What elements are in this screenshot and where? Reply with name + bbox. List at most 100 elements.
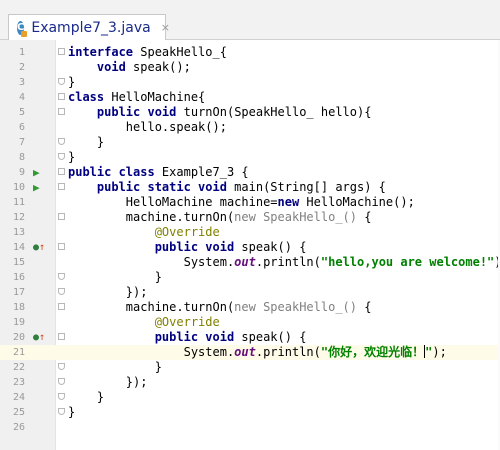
code-token: }	[68, 135, 105, 149]
code-line-3[interactable]: 3}	[0, 75, 500, 90]
code-token: }	[68, 150, 76, 164]
code-line-11[interactable]: 11 HelloMachine machine=new HelloMachine…	[0, 195, 500, 210]
code-token: new SpeakHello_()	[234, 210, 357, 224]
tab-label: Example7_3.java	[31, 19, 151, 36]
fold-end-icon[interactable]	[58, 378, 65, 385]
code-line-23[interactable]: 23 });	[0, 375, 500, 390]
line-number: 9	[18, 167, 25, 178]
fold-end-icon[interactable]	[58, 363, 65, 370]
code-line-8[interactable]: 8}	[0, 150, 500, 165]
code-token: HelloMachine();	[299, 195, 415, 209]
code-token: }	[68, 270, 162, 284]
code-token: {	[357, 300, 372, 314]
code-token: void	[96, 60, 126, 74]
code-token: out	[234, 345, 256, 359]
line-number: 23	[12, 377, 25, 388]
code-line-4[interactable]: 4 class HelloMachine{	[0, 90, 500, 105]
line-number: 13	[12, 227, 25, 238]
code-token: @Override	[154, 225, 220, 239]
code-token: new	[277, 195, 300, 209]
fold-start-icon[interactable]	[58, 183, 65, 190]
fold-start-icon[interactable]	[58, 168, 65, 175]
code-line-15[interactable]: 15 System.out.println("hello,you are wel…	[0, 255, 500, 270]
fold-end-icon[interactable]	[58, 408, 65, 415]
fold-end-icon[interactable]	[58, 138, 65, 145]
code-token: });	[68, 285, 148, 299]
code-line-25[interactable]: 25}	[0, 405, 500, 420]
code-token: turnOn(SpeakHello_ hello){	[176, 105, 372, 119]
fold-start-icon[interactable]	[58, 303, 65, 310]
line-number: 18	[12, 302, 25, 313]
override-gutter-icon[interactable]: ●↑	[33, 240, 45, 255]
code-line-12[interactable]: 12 machine.turnOn(new SpeakHello_() {	[0, 210, 500, 225]
code-editor[interactable]: 1 interface SpeakHello_{2 void speak(); 3}…	[0, 40, 500, 450]
line-number: 5	[18, 107, 25, 118]
code-line-21[interactable]: 21 System.out.println("你好，欢迎光临！");	[0, 345, 500, 360]
line-number: 12	[12, 212, 25, 223]
code-token: SpeakHello_{	[133, 45, 227, 59]
code-token: public class	[68, 165, 155, 179]
line-number: 1	[18, 47, 25, 58]
code-token: machine.turnOn(	[68, 300, 235, 314]
line-number: 25	[12, 407, 25, 418]
fold-end-icon[interactable]	[58, 393, 65, 400]
code-line-1[interactable]: 1 interface SpeakHello_{	[0, 45, 500, 60]
fold-end-icon[interactable]	[58, 153, 65, 160]
fold-end-icon[interactable]	[58, 273, 65, 280]
code-text: }	[68, 75, 75, 90]
code-line-26[interactable]: 26	[0, 420, 500, 435]
fold-start-icon[interactable]	[58, 333, 65, 340]
fold-start-icon[interactable]	[58, 48, 65, 55]
run-gutter-icon[interactable]: ▶	[33, 180, 40, 195]
fold-start-icon[interactable]	[58, 108, 65, 115]
code-token: HelloMachine{	[104, 90, 206, 104]
code-token: speak() {	[234, 240, 307, 254]
line-number: 7	[18, 137, 25, 148]
line-number: 11	[12, 197, 25, 208]
code-token: .println(	[255, 345, 321, 359]
code-token: }	[68, 405, 76, 419]
line-number: 21	[12, 347, 25, 358]
code-line-14[interactable]: 14 ●↑ public void speak() {	[0, 240, 500, 255]
line-number: 3	[18, 77, 25, 88]
code-line-19[interactable]: 19 @Override	[0, 315, 500, 330]
code-line-7[interactable]: 7 }	[0, 135, 500, 150]
code-token: "你好，欢迎光临！	[320, 345, 425, 359]
line-number: 15	[12, 257, 25, 268]
fold-start-icon[interactable]	[58, 93, 65, 100]
code-line-24[interactable]: 24 }	[0, 390, 500, 405]
code-line-18[interactable]: 18 machine.turnOn(new SpeakHello_() {	[0, 300, 500, 315]
code-line-13[interactable]: 13 @Override	[0, 225, 500, 240]
code-token: speak() {	[234, 330, 307, 344]
line-number: 24	[12, 392, 25, 403]
code-token: interface	[68, 45, 134, 59]
code-token: new SpeakHello_()	[234, 300, 357, 314]
code-text: hello.speak();	[68, 120, 227, 135]
fold-end-icon[interactable]	[58, 78, 65, 85]
editor-tab-bar: C Example7_3.java ×	[0, 0, 500, 40]
fold-end-icon[interactable]	[58, 288, 65, 295]
run-gutter-icon[interactable]: ▶	[33, 165, 40, 180]
fold-start-icon[interactable]	[58, 243, 65, 250]
code-line-10[interactable]: 10 ▶ public static void main(String[] arg…	[0, 180, 500, 195]
fold-start-icon[interactable]	[58, 213, 65, 220]
code-line-2[interactable]: 2 void speak();	[0, 60, 500, 75]
close-icon[interactable]: ×	[161, 21, 170, 34]
code-text: HelloMachine machine=new HelloMachine();	[68, 195, 415, 210]
code-line-5[interactable]: 5 public void turnOn(SpeakHello_ hello){	[0, 105, 500, 120]
code-text: @Override	[68, 225, 220, 240]
code-line-16[interactable]: 16 }	[0, 270, 500, 285]
code-line-17[interactable]: 17 });	[0, 285, 500, 300]
tab-example7-3[interactable]: C Example7_3.java ×	[8, 14, 170, 40]
line-number: 4	[18, 92, 25, 103]
code-text: public static void main(String[] args) {	[68, 180, 386, 195]
code-line-9[interactable]: 9 ▶ public class Example7_3 {	[0, 165, 500, 180]
override-gutter-icon[interactable]: ●↑	[33, 330, 45, 345]
code-line-20[interactable]: 20 ●↑ public void speak() {	[0, 330, 500, 345]
code-line-6[interactable]: 6 hello.speak();	[0, 120, 500, 135]
code-line-22[interactable]: 22 }	[0, 360, 500, 375]
